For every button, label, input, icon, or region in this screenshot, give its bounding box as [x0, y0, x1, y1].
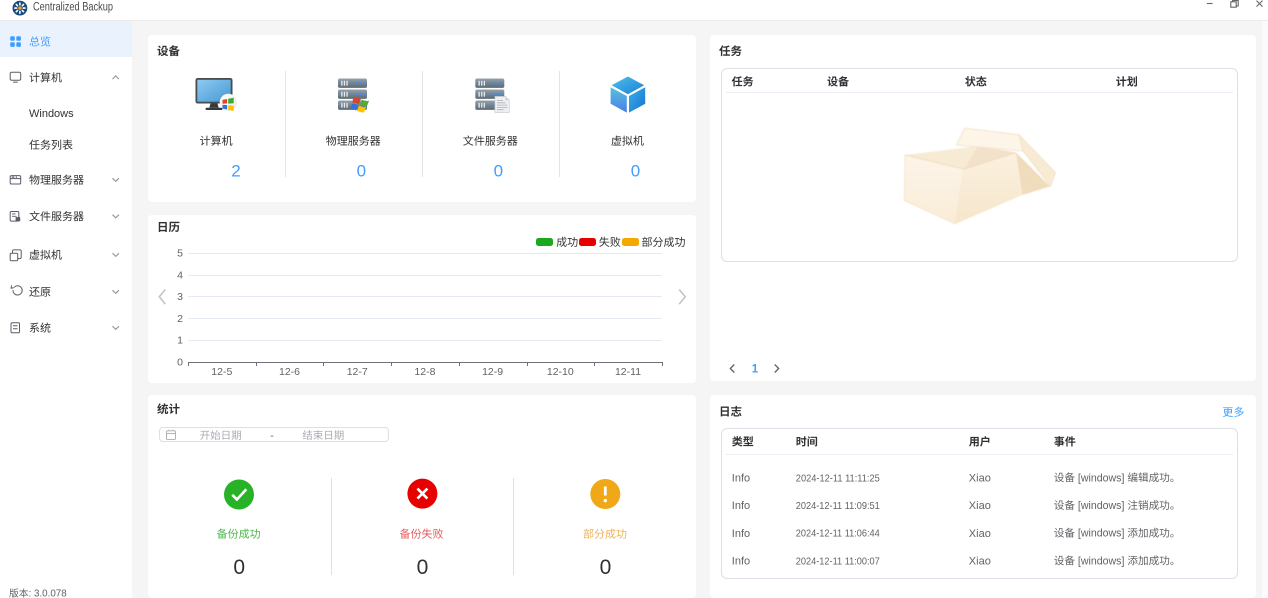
svg-text:Info: Info — [732, 556, 750, 568]
svg-text:Centralized Backup: Centralized Backup — [33, 2, 113, 14]
svg-text:Windows: Windows — [29, 108, 74, 120]
svg-text:12-5: 12-5 — [211, 366, 232, 378]
svg-text:2024-12-11 11:09:51: 2024-12-11 11:09:51 — [796, 500, 880, 512]
svg-text:3: 3 — [177, 291, 183, 303]
svg-text:0: 0 — [494, 162, 503, 181]
svg-text::: : — [29, 589, 32, 598]
svg-text:[windows]: [windows] — [1078, 555, 1125, 567]
svg-text:0: 0 — [600, 556, 612, 579]
svg-text:Info: Info — [732, 473, 750, 485]
svg-text:12-10: 12-10 — [547, 366, 574, 378]
svg-text:0: 0 — [233, 556, 245, 579]
svg-text:2024-12-11 11:11:25: 2024-12-11 11:11:25 — [796, 472, 880, 484]
svg-text:Xiao: Xiao — [969, 528, 991, 540]
svg-text:Info: Info — [732, 500, 750, 512]
svg-text:[windows]: [windows] — [1078, 500, 1125, 512]
svg-text:12-8: 12-8 — [414, 366, 435, 378]
svg-text:[windows]: [windows] — [1078, 472, 1125, 484]
svg-text:0: 0 — [357, 162, 366, 181]
svg-text:12-11: 12-11 — [615, 366, 641, 378]
svg-text:12-7: 12-7 — [347, 366, 368, 378]
svg-text:3.0.078: 3.0.078 — [34, 589, 67, 598]
svg-text:[windows]: [windows] — [1078, 528, 1125, 540]
svg-text:12-9: 12-9 — [482, 366, 503, 378]
svg-text:0: 0 — [417, 556, 429, 579]
svg-text:12-6: 12-6 — [279, 366, 300, 378]
svg-text:1: 1 — [177, 335, 183, 347]
svg-text:Xiao: Xiao — [969, 500, 991, 512]
svg-text:5: 5 — [177, 248, 183, 260]
svg-text:4: 4 — [177, 269, 183, 281]
svg-text:0: 0 — [631, 162, 640, 181]
svg-text:2: 2 — [177, 313, 183, 325]
svg-text:Info: Info — [732, 528, 750, 540]
svg-text:Xiao: Xiao — [969, 473, 991, 485]
svg-text:1: 1 — [752, 364, 759, 376]
svg-text:-: - — [270, 430, 274, 442]
svg-text:2: 2 — [231, 162, 240, 181]
svg-text:2024-12-11 11:00:07: 2024-12-11 11:00:07 — [796, 555, 880, 567]
svg-text:0: 0 — [177, 357, 183, 369]
svg-text:Xiao: Xiao — [969, 556, 991, 568]
svg-text:2024-12-11 11:06:44: 2024-12-11 11:06:44 — [796, 528, 880, 540]
